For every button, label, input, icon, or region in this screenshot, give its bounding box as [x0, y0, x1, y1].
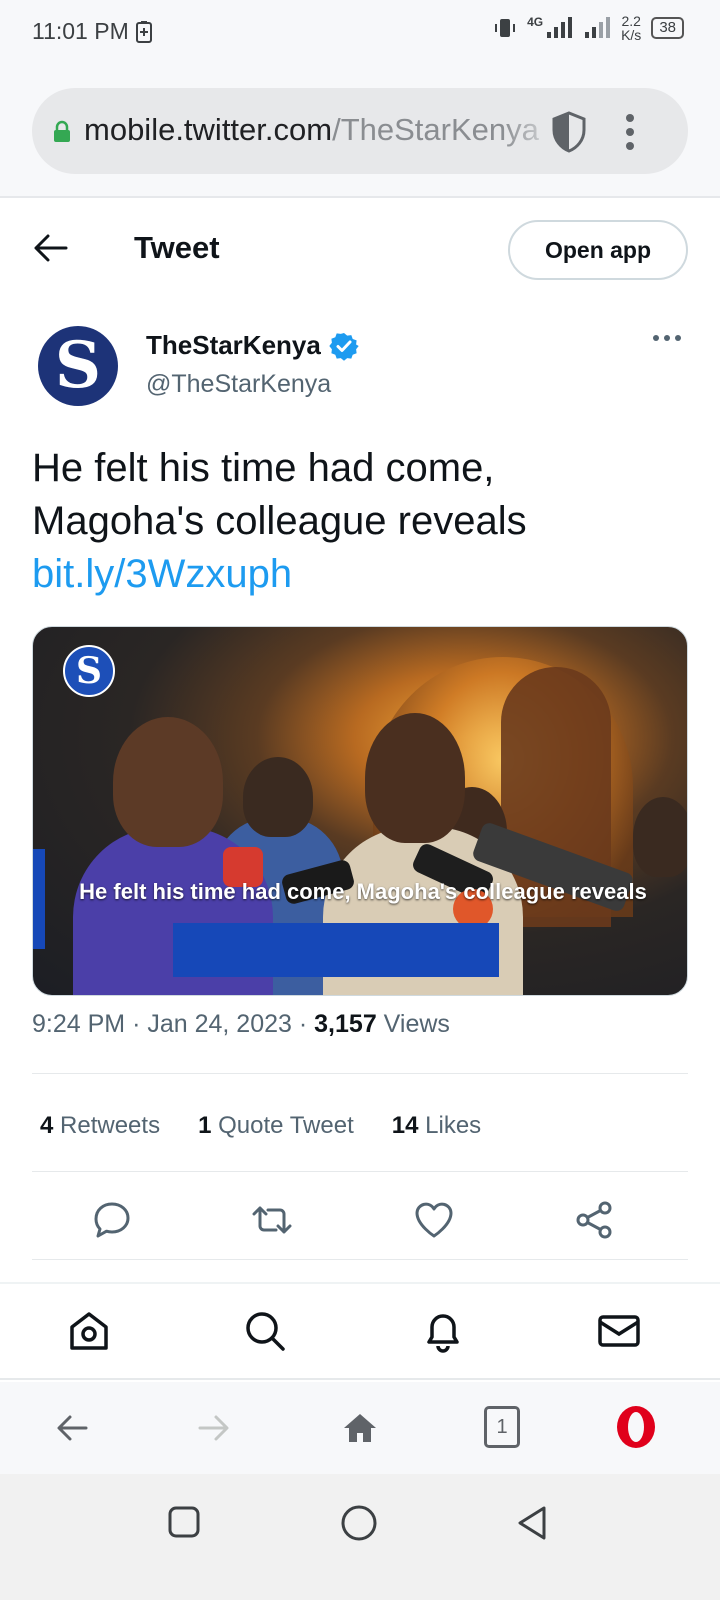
url-domain: mobile.twitter.com	[84, 112, 333, 147]
retweets-stat[interactable]: 4 Retweets	[40, 1112, 160, 1140]
status-bar: 11:01 PM 4G 2.2 K/s 38	[0, 0, 720, 64]
home-icon[interactable]	[66, 1308, 112, 1354]
media-caption: He felt his time had come, Magoha's coll…	[79, 879, 647, 904]
divider	[32, 1171, 688, 1172]
media-person-head	[633, 797, 687, 877]
likes-stat[interactable]: 14 Likes	[392, 1112, 481, 1140]
notifications-bell-icon[interactable]	[420, 1308, 466, 1354]
tabs-button[interactable]: 1	[484, 1406, 520, 1448]
reply-icon[interactable]	[90, 1198, 134, 1242]
views-count: 3,157	[314, 1010, 377, 1038]
retweets-count: 4	[40, 1112, 54, 1139]
verified-badge-icon	[329, 332, 359, 361]
page-title: Tweet	[134, 230, 220, 265]
tweet-media-image[interactable]: S He felt his time had come, Magoha's co…	[32, 626, 688, 996]
media-person-head	[243, 757, 313, 837]
back-triangle-icon[interactable]	[514, 1504, 550, 1542]
tweet-meta: 9:24 PM · Jan 24, 2023 · 3,157 Views	[32, 1010, 450, 1039]
browser-bottom-bar: 1	[0, 1382, 720, 1474]
status-time: 11:01 PM	[32, 18, 153, 45]
signal-icon	[547, 17, 573, 38]
meta-separator: ·	[298, 1010, 308, 1038]
opera-menu-icon[interactable]	[614, 1404, 658, 1450]
avatar[interactable]: S	[38, 326, 118, 406]
url-text[interactable]: mobile.twitter.com/TheStarKenya	[84, 112, 554, 148]
tweet-header: Tweet Open app	[0, 200, 720, 296]
quotes-stat[interactable]: 1 Quote Tweet	[198, 1112, 354, 1140]
share-icon[interactable]	[572, 1198, 616, 1242]
tweet-text-line2: Magoha's colleague reveals	[32, 499, 527, 543]
tweet-stats: 4 Retweets 1 Quote Tweet 14 Likes	[40, 1112, 481, 1140]
vibrate-icon	[495, 19, 516, 37]
media-caption-bar	[173, 923, 499, 977]
author-name[interactable]: TheStarKenya	[146, 330, 359, 361]
battery-indicator: 38	[651, 17, 684, 39]
lock-icon	[54, 120, 70, 142]
quotes-count: 1	[198, 1112, 212, 1139]
tweet-actions	[32, 1188, 688, 1252]
messages-mail-icon[interactable]	[596, 1308, 642, 1354]
divider	[32, 1073, 688, 1074]
browser-back-icon[interactable]	[52, 1408, 92, 1448]
author-name-text: TheStarKenya	[146, 330, 321, 360]
tweet-time[interactable]: 9:24 PM	[32, 1010, 125, 1038]
tweet-text-line1: He felt his time had come,	[32, 446, 495, 490]
status-time-text: 11:01 PM	[32, 18, 129, 44]
media-caption-accent	[33, 849, 45, 949]
search-icon[interactable]	[242, 1308, 288, 1354]
like-heart-icon[interactable]	[412, 1198, 456, 1242]
network-speed: 2.2 K/s	[621, 14, 641, 42]
menu-icon[interactable]	[624, 112, 636, 152]
media-logo-icon: S	[63, 645, 115, 697]
more-options-icon[interactable]	[652, 332, 682, 344]
back-arrow-icon[interactable]	[30, 228, 70, 268]
system-navigation-bar	[0, 1474, 720, 1600]
tweet-text: He felt his time had come, Magoha's coll…	[32, 442, 692, 601]
battery-saver-icon	[135, 20, 152, 43]
network-speed-value: 2.2	[621, 13, 641, 29]
network-speed-unit: K/s	[621, 27, 642, 43]
home-circle-icon[interactable]	[340, 1504, 378, 1542]
browser-forward-icon[interactable]	[194, 1408, 234, 1448]
quotes-label: Quote Tweet	[218, 1112, 354, 1139]
open-app-button[interactable]: Open app	[508, 220, 688, 280]
browser-toolbar: mobile.twitter.com/TheStarKenya	[0, 64, 720, 198]
shield-icon[interactable]	[550, 110, 588, 154]
divider	[32, 1259, 688, 1260]
browser-home-icon[interactable]	[340, 1408, 380, 1448]
retweets-label: Retweets	[60, 1112, 161, 1139]
signal-icon-2	[585, 17, 611, 38]
tweet-link[interactable]: bit.ly/3Wzxuph	[32, 548, 692, 601]
avatar-logo-icon: S	[54, 328, 102, 403]
author-handle[interactable]: @TheStarKenya	[146, 370, 331, 399]
twitter-bottom-nav	[0, 1284, 720, 1380]
recents-square-icon[interactable]	[166, 1504, 202, 1540]
tweet-date[interactable]: Jan 24, 2023	[147, 1010, 292, 1038]
likes-count: 14	[391, 1112, 419, 1139]
status-icons: 4G 2.2 K/s 38	[493, 14, 684, 42]
views-label: Views	[383, 1010, 450, 1038]
likes-label: Likes	[425, 1112, 482, 1139]
media-person-speaker-head	[365, 713, 465, 843]
address-bar[interactable]: mobile.twitter.com/TheStarKenya	[32, 88, 688, 174]
media-person-head	[113, 717, 223, 847]
network-type: 4G	[527, 15, 544, 29]
meta-separator: ·	[132, 1010, 141, 1038]
retweet-icon[interactable]	[250, 1198, 294, 1242]
